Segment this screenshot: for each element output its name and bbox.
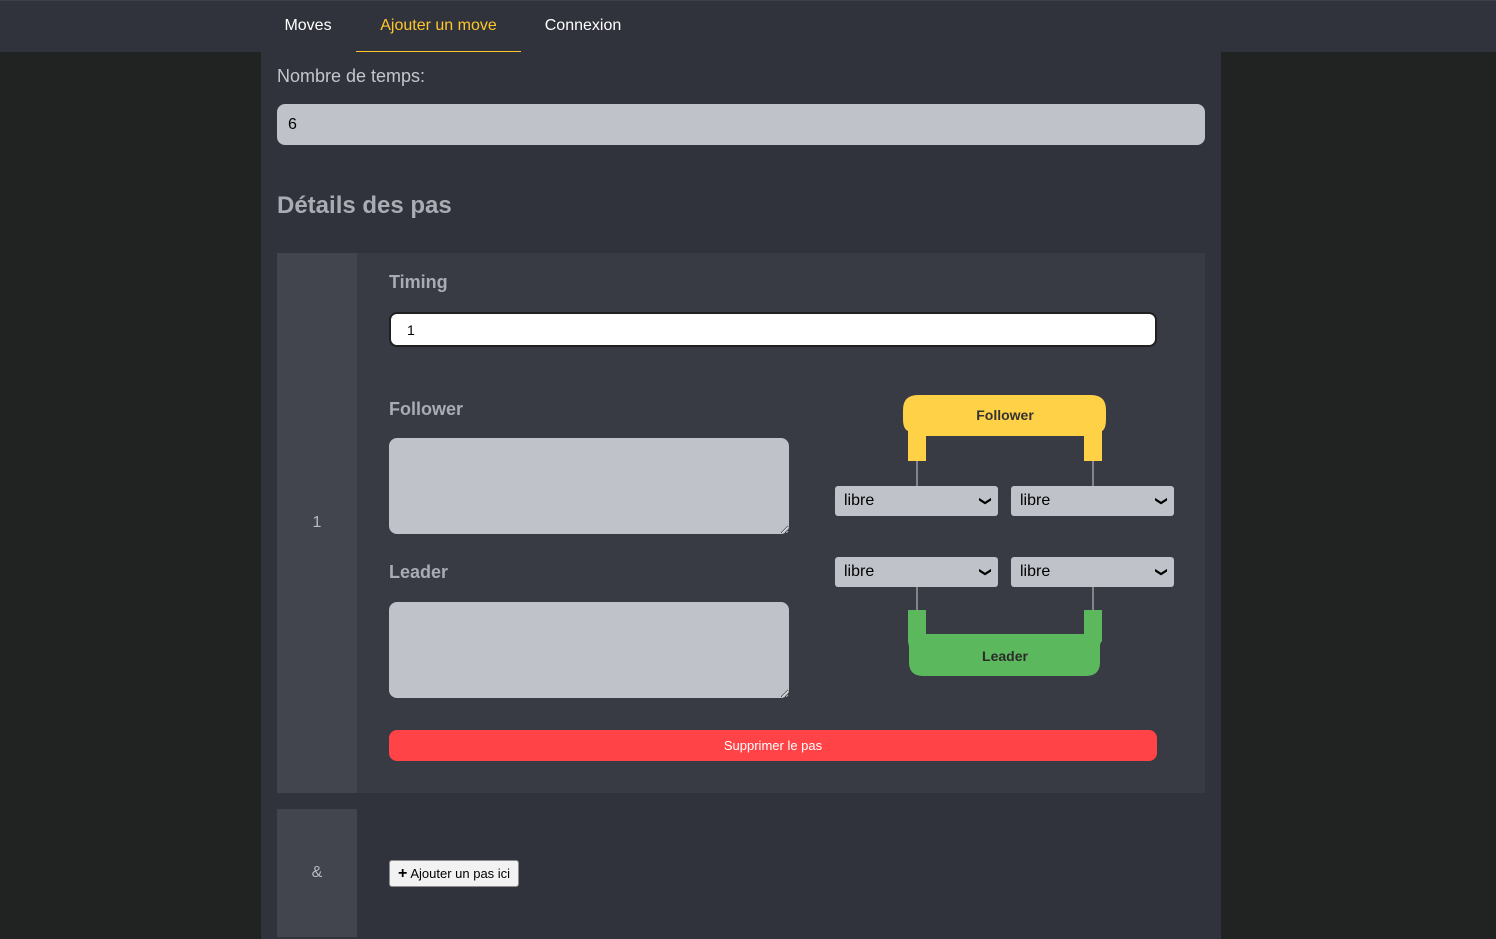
follower-left-hand-select[interactable]: libre ❯	[835, 486, 998, 516]
leader-label: Leader	[389, 562, 449, 582]
follower-left-hand-value: libre	[844, 492, 875, 509]
chevron-down-icon: ❯	[978, 495, 993, 507]
section-title: Détails des pas	[277, 192, 452, 219]
follower-right-hand-select[interactable]: libre ❯	[1011, 486, 1174, 516]
nav-ajouter-un-move[interactable]: Ajouter un move	[356, 1, 521, 53]
top-navbar: Moves Ajouter un move Connexion	[0, 0, 1496, 53]
delete-step-button[interactable]: Supprimer le pas	[389, 730, 1157, 761]
chevron-down-icon: ❯	[978, 566, 993, 578]
leader-textarea[interactable]	[389, 602, 789, 698]
temps-input[interactable]	[277, 104, 1205, 145]
step-card: 1 Timing Follower Leader Follower Leader…	[277, 253, 1205, 793]
follower-label: Follower	[389, 399, 464, 419]
nav-moves[interactable]: Moves	[260, 1, 356, 53]
leader-left-hand-select[interactable]: libre ❯	[835, 557, 998, 587]
add-step-button[interactable]: + Ajouter un pas ici	[389, 860, 520, 887]
leader-right-hand-value: libre	[1020, 563, 1051, 580]
follower-right-hand-value: libre	[1020, 492, 1051, 509]
timing-label: Timing	[389, 272, 448, 292]
timing-input[interactable]	[389, 312, 1157, 347]
next-step-row: & + Ajouter un pas ici	[277, 809, 1205, 939]
diagram-follower-label: Follower	[976, 407, 1034, 423]
follower-body-shape	[903, 395, 1106, 461]
step-index: 1	[277, 253, 357, 793]
leader-right-hand-select[interactable]: libre ❯	[1011, 557, 1174, 587]
next-step-index: &	[277, 809, 357, 937]
leader-body-shape	[908, 610, 1102, 676]
temps-label: Nombre de temps:	[277, 66, 426, 86]
diagram-leader-label: Leader	[982, 648, 1028, 664]
nav-connexion[interactable]: Connexion	[521, 1, 645, 53]
follower-textarea[interactable]	[389, 438, 789, 534]
leader-left-hand-value: libre	[844, 563, 875, 580]
chevron-down-icon: ❯	[1154, 495, 1169, 507]
main-content: Nombre de temps: Détails des pas 1 Timin…	[261, 52, 1221, 939]
chevron-down-icon: ❯	[1154, 566, 1169, 578]
add-step-label: Ajouter un pas ici	[410, 866, 511, 881]
plus-icon: +	[398, 865, 408, 882]
